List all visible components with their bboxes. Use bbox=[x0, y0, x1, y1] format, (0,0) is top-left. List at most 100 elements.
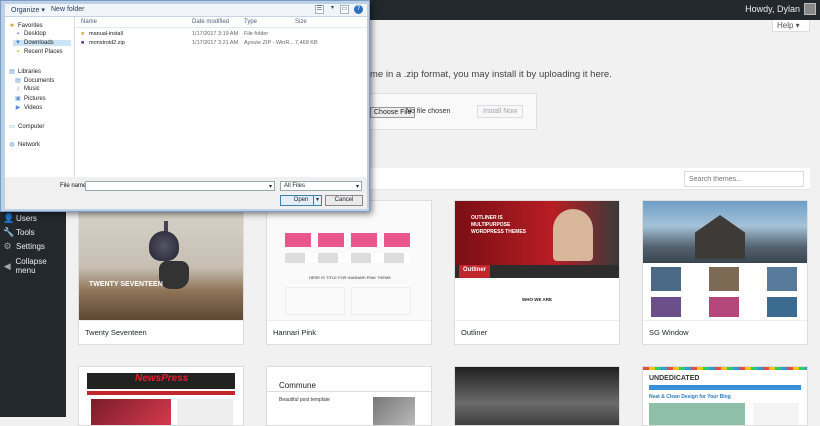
desktop-icon: ▪ bbox=[16, 31, 20, 37]
install-now-button[interactable]: Install Now bbox=[477, 105, 524, 118]
theme-preview-logo: Outliner bbox=[459, 265, 491, 278]
nav-desktop[interactable]: ▪ Desktop bbox=[15, 31, 46, 37]
theme-preview-title: UNDEDICATED bbox=[649, 375, 700, 382]
users-icon: 👤 bbox=[3, 213, 15, 223]
collapse-menu-button[interactable]: ◀ Collapse menu bbox=[3, 257, 66, 275]
preview-pane-icon[interactable]: ▭ bbox=[340, 5, 349, 14]
theme-card-twenty-seventeen[interactable]: TWENTY SEVENTEEN Twenty Seventeen bbox=[78, 200, 244, 345]
sidebar-item-label: Users bbox=[16, 214, 37, 223]
sidebar-item-label: Collapse menu bbox=[15, 257, 47, 275]
file-type: File folder bbox=[244, 31, 269, 37]
nav-music[interactable]: ♪ Music bbox=[15, 86, 40, 92]
recent-places-icon: ▪ bbox=[16, 49, 20, 55]
nav-libraries[interactable]: ▤ Libraries bbox=[9, 68, 41, 76]
view-options-icon[interactable]: ☰ bbox=[315, 5, 324, 14]
help-button[interactable]: Help ▾ bbox=[772, 20, 810, 32]
file-name-label: File name bbox=[60, 183, 87, 189]
open-button[interactable]: Open ▾ bbox=[280, 195, 322, 206]
theme-name: Hannari Pink bbox=[267, 320, 431, 344]
documents-icon: ▤ bbox=[15, 78, 21, 84]
theme-preview-caption: HERE IS TITLE FOR HANNARI PINK THEME bbox=[308, 275, 392, 280]
sidebar-item-label: Tools bbox=[16, 228, 35, 237]
theme-screenshot: Commune Beautiful post template bbox=[267, 367, 431, 425]
file-date: 1/17/2017 3:21 AM bbox=[192, 40, 239, 46]
nav-pictures[interactable]: ▣ Pictures bbox=[15, 95, 46, 103]
cancel-button[interactable]: Cancel bbox=[325, 195, 363, 206]
computer-icon: ▭ bbox=[9, 124, 15, 130]
upload-instructions: me in a .zip format, you may install it … bbox=[370, 69, 612, 80]
dialog-footer: File name ▾ All Files ▾ Open ▾ Cancel bbox=[5, 177, 367, 209]
sidebar-item-users[interactable]: 👤 Users bbox=[3, 213, 37, 224]
nav-downloads[interactable]: ▼ Downloads bbox=[13, 40, 71, 46]
new-folder-button[interactable]: New folder bbox=[51, 6, 84, 13]
theme-name: Outliner bbox=[455, 320, 619, 344]
column-header-type[interactable]: Type bbox=[244, 19, 257, 25]
settings-icon: ⚙ bbox=[3, 241, 12, 251]
theme-card-sg-window[interactable]: SG Window bbox=[642, 200, 808, 345]
nav-documents[interactable]: ▤ Documents bbox=[15, 77, 54, 85]
network-icon: ◍ bbox=[9, 142, 15, 148]
theme-preview-headline: OUTLINER IS MULTIPURPOSE WORDPRESS THEME… bbox=[471, 215, 527, 235]
upload-form: Choose File No file chosen Install Now bbox=[341, 93, 537, 130]
theme-card-newspress[interactable]: NewsPress bbox=[78, 366, 244, 426]
file-name-input[interactable]: ▾ bbox=[85, 181, 275, 191]
sidebar-item-label: Settings bbox=[16, 242, 45, 251]
organize-button[interactable]: Organize ▾ bbox=[11, 6, 45, 14]
zip-archive-icon: ■ bbox=[81, 40, 85, 46]
libraries-icon: ▤ bbox=[9, 69, 15, 75]
nav-computer[interactable]: ▭ Computer bbox=[9, 123, 44, 131]
theme-card-outliner[interactable]: OUTLINER IS MULTIPURPOSE WORDPRESS THEME… bbox=[454, 200, 620, 345]
sidebar-item-settings[interactable]: ⚙ Settings bbox=[3, 241, 45, 252]
theme-screenshot bbox=[455, 367, 619, 425]
file-row[interactable]: ■ manual-install 1/17/2017 3:19 AM File … bbox=[75, 30, 367, 39]
help-icon[interactable]: ? bbox=[354, 5, 363, 14]
theme-preview-title: NewsPress bbox=[135, 373, 189, 384]
theme-screenshot: NewsPress bbox=[79, 367, 243, 425]
nav-recent-places[interactable]: ▪ Recent Places bbox=[15, 49, 63, 55]
search-themes-input[interactable] bbox=[684, 171, 804, 187]
theme-name: SG Window bbox=[643, 320, 807, 344]
no-file-label: No file chosen bbox=[406, 108, 451, 115]
theme-preview-title: TWENTY SEVENTEEN bbox=[89, 281, 163, 288]
star-icon: ★ bbox=[9, 23, 15, 29]
theme-preview-section: WHO WE ARE bbox=[521, 297, 553, 302]
chevron-down-icon[interactable]: ▾ bbox=[328, 5, 337, 14]
dialog-toolbar: Organize ▾ New folder ☰ ▾ ▭ ? bbox=[5, 4, 367, 17]
chevron-down-icon[interactable]: ▾ bbox=[313, 196, 321, 205]
theme-screenshot: TWENTY SEVENTEEN bbox=[79, 201, 243, 321]
file-name: monstroid2.zip bbox=[89, 40, 125, 46]
column-header-size[interactable]: Size bbox=[295, 19, 307, 25]
nav-network[interactable]: ◍ Network bbox=[9, 141, 40, 149]
chevron-down-icon: ▾ bbox=[355, 184, 359, 190]
nav-videos[interactable]: ▶ Videos bbox=[15, 104, 43, 112]
chevron-down-icon: ▾ bbox=[268, 184, 272, 190]
file-type-value: All Files bbox=[284, 183, 306, 189]
open-label: Open bbox=[293, 197, 309, 203]
file-row[interactable]: ■ monstroid2.zip 1/17/2017 3:21 AM Ayout… bbox=[75, 39, 367, 48]
avatar bbox=[804, 3, 816, 15]
user-menu[interactable]: Howdy, Dylan bbox=[745, 3, 816, 15]
videos-icon: ▶ bbox=[15, 105, 21, 111]
column-header-date[interactable]: Date modified bbox=[192, 19, 229, 25]
collapse-icon: ◀ bbox=[3, 260, 11, 271]
sidebar-item-tools[interactable]: 🔧 Tools bbox=[3, 228, 35, 238]
theme-screenshot: UNDEDICATED Neat & Clean Design for Your… bbox=[643, 367, 807, 425]
theme-name: Twenty Seventeen bbox=[79, 320, 243, 344]
theme-screenshot bbox=[643, 201, 807, 321]
file-size: 7,468 KB bbox=[295, 40, 318, 46]
folder-icon: ■ bbox=[81, 31, 85, 37]
navigation-pane: ★ Favorites ▪ Desktop ▼ Downloads ▪ Recent P… bbox=[5, 17, 75, 177]
nav-favorites[interactable]: ★ Favorites bbox=[9, 22, 42, 30]
theme-preview-tagline: Neat & Clean Design for Your Blog bbox=[649, 394, 731, 400]
theme-preview-subtitle: Beautiful post template bbox=[279, 397, 330, 403]
theme-card-undedicated[interactable]: UNDEDICATED Neat & Clean Design for Your… bbox=[642, 366, 808, 426]
column-header-name[interactable]: Name bbox=[81, 19, 97, 25]
file-date: 1/17/2017 3:19 AM bbox=[192, 31, 239, 37]
downloads-icon: ▼ bbox=[15, 40, 21, 46]
file-type: Ayoute ZIP - WinR... bbox=[244, 40, 294, 46]
theme-card-dark[interactable] bbox=[454, 366, 620, 426]
file-type-select[interactable]: All Files ▾ bbox=[280, 181, 362, 191]
theme-screenshot: HERE IS TITLE FOR HANNARI PINK THEME bbox=[267, 201, 431, 321]
theme-card-commune[interactable]: Commune Beautiful post template bbox=[266, 366, 432, 426]
theme-card-hannari-pink[interactable]: HERE IS TITLE FOR HANNARI PINK THEME Han… bbox=[266, 200, 432, 345]
